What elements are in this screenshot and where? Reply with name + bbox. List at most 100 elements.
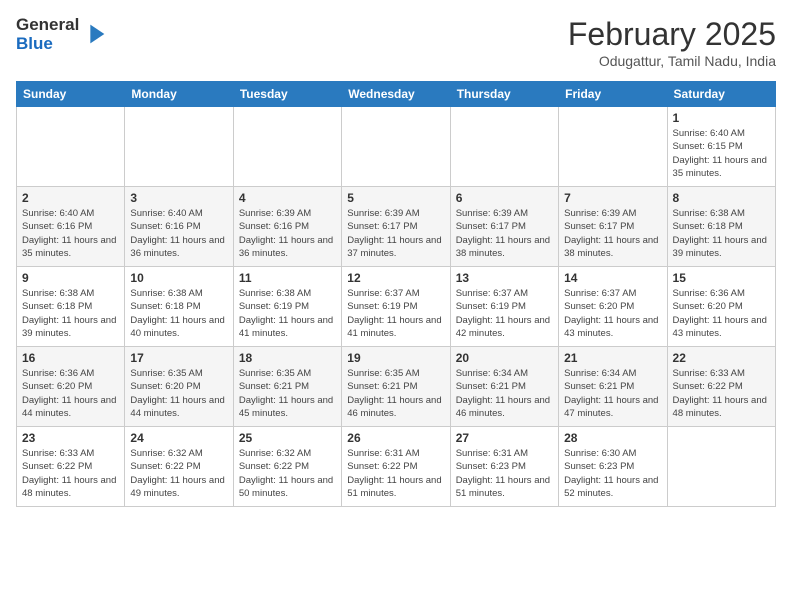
day-info: Sunrise: 6:39 AMSunset: 6:17 PMDaylight:… (564, 207, 661, 260)
day-number: 12 (347, 271, 444, 285)
location-title: Odugattur, Tamil Nadu, India (568, 53, 776, 69)
day-info: Sunrise: 6:39 AMSunset: 6:16 PMDaylight:… (239, 207, 336, 260)
day-info: Sunrise: 6:31 AMSunset: 6:23 PMDaylight:… (456, 447, 553, 500)
day-number: 22 (673, 351, 770, 365)
weekday-header: Wednesday (342, 82, 450, 107)
day-info: Sunrise: 6:35 AMSunset: 6:21 PMDaylight:… (239, 367, 336, 420)
day-number: 4 (239, 191, 336, 205)
calendar-cell: 14 Sunrise: 6:37 AMSunset: 6:20 PMDayligh… (559, 267, 667, 347)
calendar-cell (559, 107, 667, 187)
day-info: Sunrise: 6:35 AMSunset: 6:20 PMDaylight:… (130, 367, 227, 420)
calendar-cell: 28 Sunrise: 6:30 AMSunset: 6:23 PMDayligh… (559, 427, 667, 507)
calendar-cell (450, 107, 558, 187)
day-number: 25 (239, 431, 336, 445)
calendar-cell: 27 Sunrise: 6:31 AMSunset: 6:23 PMDayligh… (450, 427, 558, 507)
calendar-cell: 5 Sunrise: 6:39 AMSunset: 6:17 PMDaylight… (342, 187, 450, 267)
calendar-cell: 11 Sunrise: 6:38 AMSunset: 6:19 PMDayligh… (233, 267, 341, 347)
day-number: 20 (456, 351, 553, 365)
day-info: Sunrise: 6:39 AMSunset: 6:17 PMDaylight:… (456, 207, 553, 260)
day-number: 3 (130, 191, 227, 205)
calendar-cell: 3 Sunrise: 6:40 AMSunset: 6:16 PMDaylight… (125, 187, 233, 267)
day-info: Sunrise: 6:40 AMSunset: 6:16 PMDaylight:… (22, 207, 119, 260)
day-number: 14 (564, 271, 661, 285)
calendar-cell: 25 Sunrise: 6:32 AMSunset: 6:22 PMDayligh… (233, 427, 341, 507)
calendar-cell: 17 Sunrise: 6:35 AMSunset: 6:20 PMDayligh… (125, 347, 233, 427)
weekday-header: Thursday (450, 82, 558, 107)
calendar-week-row: 9 Sunrise: 6:38 AMSunset: 6:18 PMDaylight… (17, 267, 776, 347)
day-info: Sunrise: 6:36 AMSunset: 6:20 PMDaylight:… (22, 367, 119, 420)
day-number: 1 (673, 111, 770, 125)
day-info: Sunrise: 6:34 AMSunset: 6:21 PMDaylight:… (564, 367, 661, 420)
day-info: Sunrise: 6:39 AMSunset: 6:17 PMDaylight:… (347, 207, 444, 260)
logo-general: General (16, 16, 79, 35)
day-number: 16 (22, 351, 119, 365)
logo-icon (81, 20, 109, 48)
day-number: 15 (673, 271, 770, 285)
day-info: Sunrise: 6:36 AMSunset: 6:20 PMDaylight:… (673, 287, 770, 340)
day-number: 17 (130, 351, 227, 365)
calendar-cell: 24Sunrise: 6:32 AMSunset: 6:22 PMDayligh… (125, 427, 233, 507)
calendar-cell: 20 Sunrise: 6:34 AMSunset: 6:21 PMDayligh… (450, 347, 558, 427)
calendar-cell: 4 Sunrise: 6:39 AMSunset: 6:16 PMDaylight… (233, 187, 341, 267)
day-number: 19 (347, 351, 444, 365)
calendar-cell (17, 107, 125, 187)
title-block: February 2025 Odugattur, Tamil Nadu, Ind… (568, 16, 776, 69)
calendar-cell: 21Sunrise: 6:34 AMSunset: 6:21 PMDayligh… (559, 347, 667, 427)
calendar-cell: 18 Sunrise: 6:35 AMSunset: 6:21 PMDayligh… (233, 347, 341, 427)
calendar-cell: 6 Sunrise: 6:39 AMSunset: 6:17 PMDaylight… (450, 187, 558, 267)
day-number: 6 (456, 191, 553, 205)
logo-blue: Blue (16, 35, 79, 54)
day-info: Sunrise: 6:35 AMSunset: 6:21 PMDaylight:… (347, 367, 444, 420)
day-number: 8 (673, 191, 770, 205)
day-number: 11 (239, 271, 336, 285)
day-number: 27 (456, 431, 553, 445)
day-info: Sunrise: 6:38 AMSunset: 6:18 PMDaylight:… (673, 207, 770, 260)
calendar-cell: 19 Sunrise: 6:35 AMSunset: 6:21 PMDayligh… (342, 347, 450, 427)
day-number: 13 (456, 271, 553, 285)
calendar-week-row: 23 Sunrise: 6:33 AMSunset: 6:22 PMDayligh… (17, 427, 776, 507)
day-number: 18 (239, 351, 336, 365)
day-info: Sunrise: 6:31 AMSunset: 6:22 PMDaylight:… (347, 447, 444, 500)
weekday-header: Friday (559, 82, 667, 107)
day-info: Sunrise: 6:30 AMSunset: 6:23 PMDaylight:… (564, 447, 661, 500)
day-info: Sunrise: 6:33 AMSunset: 6:22 PMDaylight:… (22, 447, 119, 500)
weekday-header: Saturday (667, 82, 775, 107)
calendar-cell: 9 Sunrise: 6:38 AMSunset: 6:18 PMDaylight… (17, 267, 125, 347)
weekday-header: Tuesday (233, 82, 341, 107)
calendar-cell: 26Sunrise: 6:31 AMSunset: 6:22 PMDayligh… (342, 427, 450, 507)
day-number: 28 (564, 431, 661, 445)
calendar-week-row: 16 Sunrise: 6:36 AMSunset: 6:20 PMDayligh… (17, 347, 776, 427)
weekday-header: Monday (125, 82, 233, 107)
day-info: Sunrise: 6:38 AMSunset: 6:18 PMDaylight:… (22, 287, 119, 340)
day-info: Sunrise: 6:37 AMSunset: 6:20 PMDaylight:… (564, 287, 661, 340)
calendar-cell: 1 Sunrise: 6:40 AMSunset: 6:15 PMDaylight… (667, 107, 775, 187)
day-number: 7 (564, 191, 661, 205)
day-info: Sunrise: 6:40 AMSunset: 6:15 PMDaylight:… (673, 127, 770, 180)
day-info: Sunrise: 6:37 AMSunset: 6:19 PMDaylight:… (456, 287, 553, 340)
day-number: 23 (22, 431, 119, 445)
calendar-week-row: 1 Sunrise: 6:40 AMSunset: 6:15 PMDaylight… (17, 107, 776, 187)
day-number: 5 (347, 191, 444, 205)
calendar-header-row: SundayMondayTuesdayWednesdayThursdayFrid… (17, 82, 776, 107)
calendar-cell (342, 107, 450, 187)
day-info: Sunrise: 6:33 AMSunset: 6:22 PMDaylight:… (673, 367, 770, 420)
logo: General Blue (16, 16, 109, 53)
calendar-cell (233, 107, 341, 187)
calendar-cell: 16 Sunrise: 6:36 AMSunset: 6:20 PMDayligh… (17, 347, 125, 427)
day-number: 24 (130, 431, 227, 445)
day-info: Sunrise: 6:32 AMSunset: 6:22 PMDaylight:… (239, 447, 336, 500)
weekday-header: Sunday (17, 82, 125, 107)
day-info: Sunrise: 6:40 AMSunset: 6:16 PMDaylight:… (130, 207, 227, 260)
day-number: 9 (22, 271, 119, 285)
calendar-cell: 22 Sunrise: 6:33 AMSunset: 6:22 PMDayligh… (667, 347, 775, 427)
calendar-table: SundayMondayTuesdayWednesdayThursdayFrid… (16, 81, 776, 507)
calendar-cell: 10Sunrise: 6:38 AMSunset: 6:18 PMDayligh… (125, 267, 233, 347)
day-info: Sunrise: 6:34 AMSunset: 6:21 PMDaylight:… (456, 367, 553, 420)
calendar-cell (125, 107, 233, 187)
calendar-cell: 7 Sunrise: 6:39 AMSunset: 6:17 PMDaylight… (559, 187, 667, 267)
day-info: Sunrise: 6:38 AMSunset: 6:19 PMDaylight:… (239, 287, 336, 340)
page-header: General Blue February 2025 Odugattur, Ta… (16, 16, 776, 69)
day-number: 10 (130, 271, 227, 285)
calendar-cell: 2Sunrise: 6:40 AMSunset: 6:16 PMDaylight… (17, 187, 125, 267)
calendar-cell (667, 427, 775, 507)
